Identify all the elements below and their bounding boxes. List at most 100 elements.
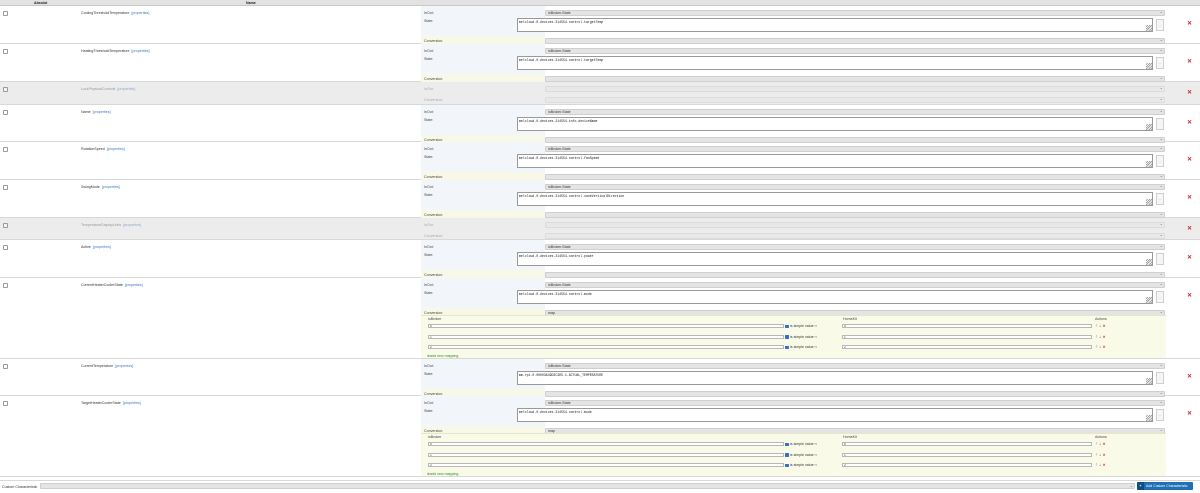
remove-mapping-icon[interactable]: ✕ (1103, 463, 1106, 467)
move-down-icon[interactable]: ⇣ (1099, 442, 1102, 446)
state-textarea[interactable]: melcloud.0.devices.214554.control.target… (517, 18, 1153, 32)
enable-checkbox[interactable] (3, 223, 8, 228)
move-up-icon[interactable]: ⇡ (1095, 335, 1098, 339)
mapping-homekit-value[interactable]: 0 (842, 324, 1092, 329)
properties-link[interactable]: [properties] (93, 110, 111, 114)
inout-select[interactable]: ioBroker.State (545, 146, 1165, 152)
state-picker-button[interactable]: … (1156, 118, 1164, 130)
delete-icon[interactable]: ✕ (1187, 157, 1192, 163)
enable-checkbox[interactable] (3, 49, 8, 54)
properties-link[interactable]: [properties] (93, 245, 111, 249)
mapping-homekit-value[interactable]: 2 (842, 345, 1092, 350)
simple-value-checkbox[interactable] (785, 463, 789, 468)
delete-icon[interactable]: ✕ (1187, 195, 1192, 201)
state-textarea[interactable]: melcloud.0.devices.214554.control.mode (517, 408, 1153, 422)
enable-checkbox[interactable] (3, 283, 8, 288)
mapping-iobroker-value[interactable]: 2 (428, 345, 784, 350)
state-textarea[interactable]: mm-rpi.0.00003A49D3C3D5.1.ACTUAL_TEMPERA… (517, 371, 1153, 385)
mapping-homekit-value[interactable]: 2 (842, 463, 1092, 468)
inout-select[interactable]: ioBroker.State (545, 10, 1165, 16)
enable-checkbox[interactable] (3, 110, 8, 115)
move-down-icon[interactable]: ⇣ (1099, 335, 1102, 339)
inout-select[interactable]: ioBroker.State (545, 109, 1165, 115)
state-picker-button[interactable]: … (1156, 372, 1164, 384)
remove-mapping-icon[interactable]: ✕ (1103, 335, 1106, 339)
simple-value-checkbox[interactable] (785, 453, 789, 457)
remove-mapping-icon[interactable]: ✕ (1103, 324, 1106, 328)
delete-icon[interactable]: ✕ (1187, 374, 1192, 380)
properties-link[interactable]: [properties] (125, 283, 143, 287)
move-down-icon[interactable]: ⇣ (1099, 345, 1102, 349)
state-textarea[interactable]: melcloud.0.devices.214554.control.target… (517, 56, 1153, 70)
inout-select[interactable] (545, 86, 1165, 92)
state-picker-button[interactable]: … (1156, 193, 1164, 205)
move-down-icon[interactable]: ⇣ (1099, 453, 1102, 457)
properties-link[interactable]: [properties] (102, 185, 120, 189)
state-picker-button[interactable]: … (1156, 291, 1164, 303)
simple-value-checkbox[interactable] (785, 324, 789, 329)
inout-select[interactable]: ioBroker.State (545, 282, 1165, 288)
mapping-iobroker-value[interactable]: 1 (428, 452, 784, 457)
inout-select[interactable]: ioBroker.State (545, 244, 1165, 250)
inout-select[interactable]: ioBroker.State (545, 48, 1165, 54)
state-picker-button[interactable]: … (1156, 409, 1164, 421)
custom-characteristic-select[interactable] (40, 483, 1135, 489)
mapping-homekit-value[interactable]: 1 (842, 452, 1092, 457)
enable-checkbox[interactable] (3, 364, 8, 369)
enable-checkbox[interactable] (3, 11, 8, 16)
simple-value-checkbox[interactable] (785, 345, 789, 350)
state-textarea[interactable]: melcloud.0.devices.214554.control.vaneVe… (517, 192, 1153, 206)
properties-link[interactable]: [properties] (131, 11, 149, 15)
delete-icon[interactable]: ✕ (1187, 59, 1192, 65)
conversion-select[interactable] (545, 233, 1165, 239)
properties-link[interactable]: [properties] (107, 147, 125, 151)
mapping-iobroker-value[interactable]: 2 (428, 463, 784, 468)
mapping-homekit-value[interactable]: 1 (842, 334, 1092, 339)
delete-icon[interactable]: ✕ (1187, 411, 1192, 417)
state-textarea[interactable]: melcloud.0.devices.214554.info.deviceNam… (517, 117, 1153, 131)
mapping-homekit-value[interactable]: 0 (842, 442, 1092, 447)
mapping-iobroker-value[interactable]: 0 (428, 442, 784, 447)
state-picker-button[interactable]: … (1156, 155, 1164, 167)
move-up-icon[interactable]: ⇡ (1095, 442, 1098, 446)
add-custom-characteristic-button[interactable]: + Add Custom Characteristic (1137, 482, 1193, 490)
move-down-icon[interactable]: ⇣ (1099, 463, 1102, 467)
add-mapping-link[interactable]: ⊕add new mapping (427, 354, 458, 358)
move-up-icon[interactable]: ⇡ (1095, 345, 1098, 349)
properties-link[interactable]: [properties] (123, 223, 141, 227)
move-up-icon[interactable]: ⇡ (1095, 463, 1098, 467)
state-textarea[interactable]: melcloud.0.devices.214554.control.power (517, 252, 1153, 266)
move-up-icon[interactable]: ⇡ (1095, 324, 1098, 328)
enable-checkbox[interactable] (3, 245, 8, 250)
remove-mapping-icon[interactable]: ✕ (1103, 345, 1106, 349)
delete-icon[interactable]: ✕ (1187, 120, 1192, 126)
remove-mapping-icon[interactable]: ✕ (1103, 442, 1106, 446)
mapping-iobroker-value[interactable]: 0 (428, 324, 784, 329)
properties-link[interactable]: [properties] (132, 49, 150, 53)
delete-icon[interactable]: ✕ (1187, 90, 1192, 96)
state-picker-button[interactable]: … (1156, 19, 1164, 31)
state-textarea[interactable]: melcloud.0.devices.214554.control.fanSpe… (517, 154, 1153, 168)
state-picker-button[interactable]: … (1156, 253, 1164, 265)
inout-select[interactable] (545, 222, 1165, 228)
enable-checkbox[interactable] (3, 401, 8, 406)
mapping-iobroker-value[interactable]: 1 (428, 334, 784, 339)
remove-mapping-icon[interactable]: ✕ (1103, 453, 1106, 457)
state-picker-button[interactable]: … (1156, 57, 1164, 69)
enable-checkbox[interactable] (3, 87, 8, 92)
inout-select[interactable]: ioBroker.State (545, 363, 1165, 369)
add-mapping-link[interactable]: ⊕add new mapping (427, 472, 458, 476)
delete-icon[interactable]: ✕ (1187, 226, 1192, 232)
delete-icon[interactable]: ✕ (1187, 293, 1192, 299)
state-textarea[interactable]: melcloud.0.devices.214554.control.mode (517, 290, 1153, 304)
simple-value-checkbox[interactable] (785, 335, 789, 339)
properties-link[interactable]: [properties] (115, 364, 133, 368)
move-down-icon[interactable]: ⇣ (1099, 324, 1102, 328)
properties-link[interactable]: [properties] (117, 87, 135, 91)
delete-icon[interactable]: ✕ (1187, 255, 1192, 261)
move-up-icon[interactable]: ⇡ (1095, 453, 1098, 457)
inout-select[interactable]: ioBroker.State (545, 184, 1165, 190)
conversion-select[interactable] (545, 97, 1165, 103)
simple-value-checkbox[interactable] (785, 442, 789, 447)
properties-link[interactable]: [properties] (123, 401, 141, 405)
